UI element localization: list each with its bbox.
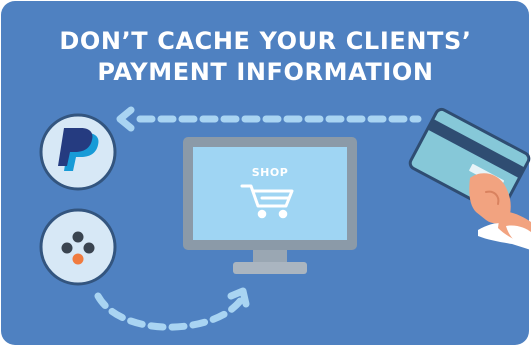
dots-logo-icon bbox=[39, 208, 117, 286]
paypal-icon bbox=[39, 113, 117, 191]
shop-label: SHOP bbox=[251, 166, 289, 179]
dashed-arrow-top bbox=[116, 106, 422, 132]
credit-card-with-hand bbox=[408, 107, 531, 250]
dashed-arrow-bottom bbox=[94, 287, 250, 331]
